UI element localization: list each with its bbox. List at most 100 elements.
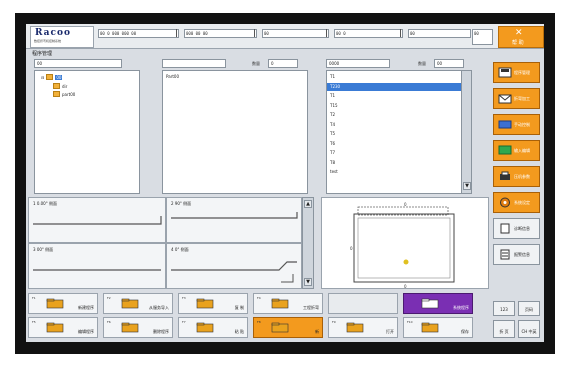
toolbar-button-12[interactable]: F10 保存	[403, 317, 473, 338]
tool-path-input[interactable]: 0000	[326, 59, 390, 68]
bend-panel-3[interactable]: 3 00° 侧面	[28, 243, 166, 289]
numeric-keypad-button[interactable]: 123	[493, 301, 515, 316]
nav-button-8[interactable]: 报警信息	[493, 244, 540, 265]
scroll-down-icon[interactable]: ▼	[463, 182, 471, 190]
function-key-label: F8	[257, 320, 261, 324]
tool-item[interactable]: T230	[327, 82, 461, 91]
nav-button-1[interactable]: 程序管理	[493, 62, 540, 83]
function-key-label: F1	[32, 296, 36, 300]
tool-item[interactable]: T4	[327, 121, 461, 129]
nav-button-2[interactable]: 折弯加工	[493, 88, 540, 109]
tree-node-label: 00	[55, 74, 63, 80]
tool-item[interactable]: T1	[327, 92, 461, 100]
paste-icon	[196, 322, 214, 333]
tool-list[interactable]: T1 T230 T1 T15 T2 T4 T5 T6 T7 T8 test ▼	[326, 70, 472, 194]
bend-panel-1[interactable]: 1 0.00° 侧面	[28, 197, 166, 243]
toolbar-button-label: 新建程序	[78, 305, 94, 310]
toolbar-button-label: 工程折弯	[303, 305, 319, 310]
toolbar-button-4[interactable]: F4 工程折弯	[253, 293, 323, 314]
document-icon	[500, 223, 510, 234]
tool-item[interactable]: T7	[327, 149, 461, 157]
page-button[interactable]: 页码	[518, 301, 540, 316]
brand-subtitle: 数控折弯机控制系统	[34, 39, 62, 43]
toolbar-button-label: 系统程序	[453, 305, 469, 310]
status-field-1: 00 0 000 000 00	[98, 29, 179, 38]
language-button[interactable]: CH 中英	[518, 320, 540, 338]
nav-button-4[interactable]: 输入编辑	[493, 140, 540, 161]
nav-button-label: 系统设定	[514, 200, 530, 205]
folder-icon	[271, 322, 289, 333]
folder-open-icon	[346, 322, 364, 333]
toolbar-button-9[interactable]: F7 粘 贴	[178, 317, 248, 338]
bend-profile-graphic	[33, 269, 161, 271]
scroll-down-icon[interactable]: ▼	[304, 278, 312, 286]
help-button[interactable]: ✕ 帮 助	[498, 26, 544, 48]
directory-tree[interactable]: ⊟ 00 dir part00	[34, 70, 140, 194]
save-disk-icon	[498, 67, 512, 78]
nav-button-label: 折弯加工	[514, 96, 530, 101]
bend-panel-4[interactable]: 4 0° 侧面	[166, 243, 302, 289]
toolbar-button-3[interactable]: F3 复 制	[178, 293, 248, 314]
tool-item[interactable]: T6	[327, 140, 461, 148]
function-key-label: F6	[107, 320, 111, 324]
divider	[176, 29, 177, 37]
program-list[interactable]: Part00	[162, 70, 308, 194]
status-field-2: 000 00 00	[184, 29, 257, 38]
function-key-label: F4	[257, 296, 261, 300]
nav-button-3[interactable]: 手动控制	[493, 114, 540, 135]
toolbar-button-5[interactable]	[328, 293, 398, 314]
tool-item[interactable]: T15	[327, 102, 461, 110]
tree-node-root[interactable]: ⊟ 00	[41, 74, 63, 80]
toolbar-button-1[interactable]: F1 新建程序	[28, 293, 98, 314]
divider	[400, 29, 401, 37]
app-screen: Racoo 数控折弯机控制系统 00 0 000 000 00 000 00 0…	[26, 24, 544, 342]
import-icon	[121, 298, 139, 309]
program-count-field[interactable]: 0	[268, 59, 298, 68]
toolbar-button-7[interactable]: F5 编辑程序	[28, 317, 98, 338]
toolbar-button-label: 从服务导入	[149, 305, 169, 310]
settings-icon	[271, 298, 289, 309]
function-key-label: F3	[182, 296, 186, 300]
toolbar-button-10[interactable]: F8 新	[253, 317, 323, 338]
part-preview: 0 0 0	[321, 197, 489, 289]
copy-icon	[196, 298, 214, 309]
toolbar-button-2[interactable]: F2 从服务导入	[103, 293, 173, 314]
toolbar-button-8[interactable]: F6 删除程序	[103, 317, 173, 338]
tree-node-dir[interactable]: dir	[53, 83, 67, 89]
tool-list-scrollbar[interactable]: ▼	[461, 71, 471, 193]
nav-button-label: 输入编辑	[514, 148, 530, 153]
bend-profile-graphic	[171, 212, 298, 219]
tool-item[interactable]: T1	[327, 73, 461, 81]
tool-item[interactable]: T2	[327, 111, 461, 119]
help-label: 帮 助	[512, 40, 524, 46]
folder-icon	[53, 83, 60, 89]
program-item[interactable]: Part00	[163, 73, 307, 81]
nav-button-7[interactable]: 诊断信息	[493, 218, 540, 239]
brand-logo: Racoo 数控折弯机控制系统	[30, 26, 94, 48]
new-folder-icon	[46, 298, 64, 309]
nav-button-label: 程序管理	[514, 70, 530, 75]
toolbar-button-6[interactable]: 系统程序	[403, 293, 473, 314]
tool-item[interactable]: T8	[327, 159, 461, 167]
nav-button-5[interactable]: 压机参数	[493, 166, 540, 187]
bend-list-scrollbar[interactable]: ▲ ▼	[302, 197, 314, 289]
fold-button[interactable]: 折 页	[493, 320, 515, 338]
list-icon	[500, 249, 510, 260]
keyboard-icon	[498, 120, 512, 129]
toolbar-button-label: 保存	[461, 329, 469, 334]
gear-icon	[500, 197, 510, 208]
toolbar-button-label: 新	[315, 329, 319, 334]
nav-button-6[interactable]: 系统设定	[493, 192, 540, 213]
tool-count-field[interactable]: 00	[434, 59, 464, 68]
monitor-icon	[498, 145, 512, 155]
tree-node-part[interactable]: part00	[53, 91, 75, 97]
bend-panel-2[interactable]: 2 90° 侧面	[166, 197, 302, 243]
nav-button-label: 报警信息	[514, 252, 530, 257]
tool-item[interactable]: test	[327, 168, 461, 176]
scroll-up-icon[interactable]: ▲	[304, 200, 312, 208]
program-path-input[interactable]	[162, 59, 226, 68]
toolbar-button-11[interactable]: F9 打开	[328, 317, 398, 338]
dir-path-input[interactable]: 00	[34, 59, 122, 68]
function-key-label: F5	[32, 320, 36, 324]
tool-item[interactable]: T5	[327, 130, 461, 138]
